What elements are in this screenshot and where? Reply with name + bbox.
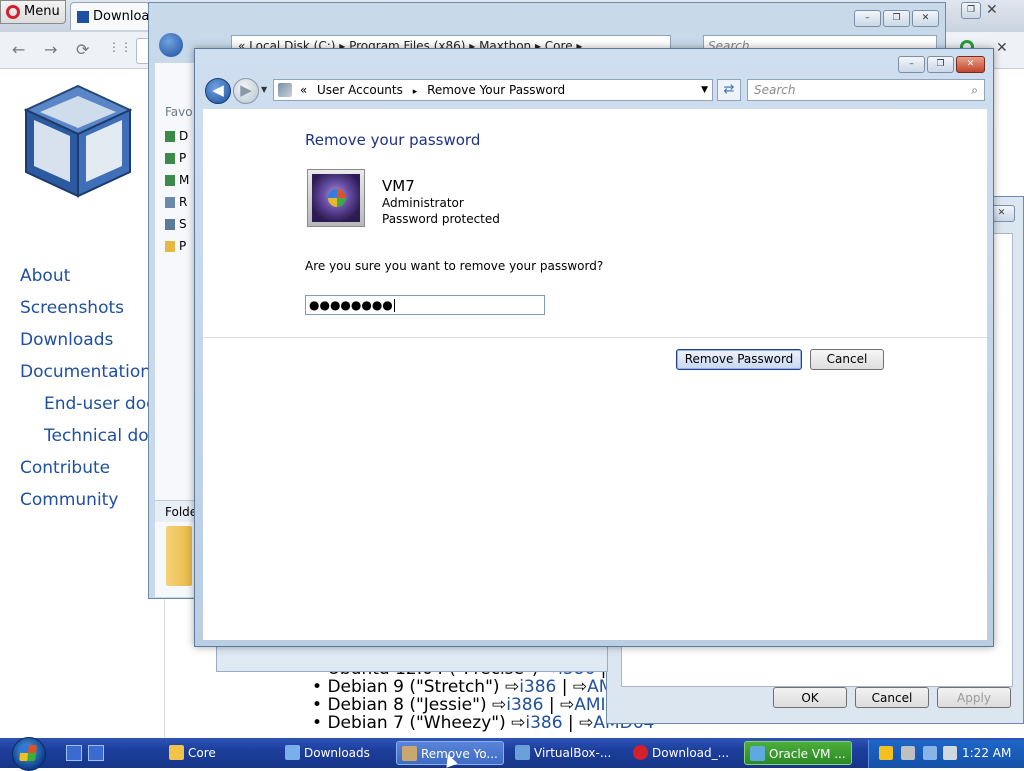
virtualbox-favicon-icon — [77, 10, 89, 23]
text-caret — [393, 299, 395, 312]
user-role: Administrator — [382, 196, 464, 210]
user-accounts-icon — [402, 746, 417, 761]
user-accounts-icon — [278, 83, 292, 97]
window-icon — [285, 745, 300, 760]
breadcrumb-remove-your-password[interactable]: Remove Your Password — [427, 83, 565, 97]
close-icon[interactable]: ✕ — [996, 40, 1008, 56]
dialog-content: Remove your password VM7 Administrator P… — [203, 109, 987, 640]
window-caption-buttons: – ❐ ✕ — [896, 56, 985, 73]
switch-windows-icon[interactable] — [88, 745, 104, 761]
confirm-question: Are you sure you want to remove your pas… — [305, 259, 604, 273]
reload-icon[interactable]: ⟳ — [76, 40, 89, 59]
apply-button[interactable]: Apply — [937, 687, 1011, 708]
address-bar[interactable]: « User Accounts ▸ Remove Your Password ▼ — [273, 79, 713, 101]
network-icon[interactable] — [923, 746, 937, 760]
opera-menu-button[interactable]: Menu — [0, 0, 66, 24]
taskbar-item-downloads[interactable]: Downloads — [280, 741, 390, 765]
nav-pane-item[interactable]: D — [165, 129, 188, 143]
nav-pane-item[interactable]: S — [165, 217, 187, 231]
address-dropdown-icon[interactable]: ▼ — [701, 80, 708, 100]
opera-logo-icon — [6, 4, 20, 19]
favorites-header: Favo — [165, 105, 193, 119]
breadcrumb-separator[interactable]: ▸ — [413, 87, 418, 97]
cancel-button[interactable]: Cancel — [810, 349, 884, 370]
folder-icon — [166, 526, 192, 586]
nav-screenshots[interactable]: Screenshots — [20, 298, 124, 318]
list-item: • Debian 8 ("Jessie") ⇨i386 | ⇨AMI — [312, 695, 606, 715]
search-input[interactable]: Search ⌕ — [747, 79, 985, 101]
volume-icon[interactable] — [943, 746, 957, 760]
back-button[interactable]: ◀ — [205, 78, 231, 104]
refresh-button[interactable]: ⇄ — [717, 79, 741, 101]
nav-community[interactable]: Community — [20, 490, 118, 510]
password-field[interactable]: ●●●●●●●● — [305, 295, 545, 315]
maximize-button[interactable]: ❐ — [927, 56, 954, 73]
divider — [203, 337, 987, 338]
error-icon[interactable] — [901, 746, 915, 760]
taskbar-item-oracle-vm[interactable]: Oracle VM ... — [744, 741, 852, 765]
breadcrumb-user-accounts[interactable]: User Accounts — [317, 83, 403, 97]
security-shield-icon[interactable] — [879, 746, 893, 760]
ok-button[interactable]: OK — [773, 687, 847, 708]
start-button[interactable] — [6, 737, 50, 771]
taskbar-item-virtualbox[interactable]: VirtualBox-... — [510, 741, 622, 765]
nav-documentation[interactable]: Documentation — [20, 362, 151, 382]
forward-icon[interactable]: → — [44, 40, 57, 59]
nav-technical-docs[interactable]: Technical doc — [44, 426, 158, 446]
user-name: VM7 — [382, 177, 415, 195]
page-title: Remove your password — [305, 131, 481, 149]
nav-about[interactable]: About — [20, 266, 70, 286]
taskbar-item-opera-download[interactable]: Download_... — [628, 741, 738, 765]
list-item: • Debian 9 ("Stretch") ⇨i386 | ⇨AM — [312, 677, 614, 697]
explorer-caption-buttons: – ❐ ✕ — [852, 10, 939, 27]
user-avatar — [307, 169, 365, 227]
taskbar-item-core[interactable]: Core — [164, 741, 274, 765]
show-desktop-icon[interactable] — [66, 745, 82, 761]
breadcrumb-prefix[interactable]: « — [300, 83, 307, 97]
opera-icon — [633, 745, 648, 760]
user-status: Password protected — [382, 212, 500, 226]
minimize-button[interactable]: – — [898, 56, 925, 73]
explorer-back-icon[interactable] — [159, 33, 183, 57]
remove-password-window: – ❐ ✕ ◀ ▶ ▼ « User Accounts ▸ Remove Your … — [194, 48, 994, 647]
installer-icon — [750, 746, 765, 761]
remove-password-button[interactable]: Remove Password — [676, 349, 802, 370]
minimize-button[interactable]: – — [854, 10, 881, 27]
list-item: • Debian 7 ("Wheezy") ⇨i386 | ⇨AMD64 — [312, 713, 654, 733]
search-icon[interactable]: ⌕ — [971, 80, 978, 100]
nav-pane-item[interactable]: P — [165, 239, 186, 253]
nav-end-user-docs[interactable]: End-user doc — [44, 394, 155, 414]
clock[interactable]: 1:22 AM — [962, 746, 1011, 760]
folder-icon — [169, 745, 184, 760]
virtualbox-logo — [23, 84, 133, 198]
nav-pane-item[interactable]: M — [165, 173, 189, 187]
nav-downloads[interactable]: Downloads — [20, 330, 113, 350]
recent-pages-dropdown[interactable]: ▼ — [261, 85, 267, 94]
close-button[interactable]: ✕ — [912, 10, 939, 27]
nav-pane-item[interactable]: P — [165, 151, 186, 165]
nav-contribute[interactable]: Contribute — [20, 458, 110, 478]
speed-dial-icon[interactable]: ⋮⋮ — [108, 40, 132, 54]
windows-logo-icon — [19, 745, 37, 761]
browser-close-icon[interactable]: ✕ — [986, 2, 998, 18]
forward-button[interactable]: ▶ — [233, 78, 259, 104]
windows-flag-icon — [328, 189, 346, 207]
nav-pane-item[interactable]: R — [165, 195, 187, 209]
close-button[interactable]: ✕ — [956, 56, 985, 73]
back-icon[interactable]: ← — [12, 40, 25, 59]
browser-restore-button[interactable]: ❐ — [959, 2, 981, 20]
browser-tab[interactable]: Download — [70, 2, 150, 30]
maximize-button[interactable]: ❐ — [883, 10, 910, 27]
cancel-button[interactable]: Cancel — [855, 687, 929, 708]
virtualbox-icon — [515, 745, 530, 760]
